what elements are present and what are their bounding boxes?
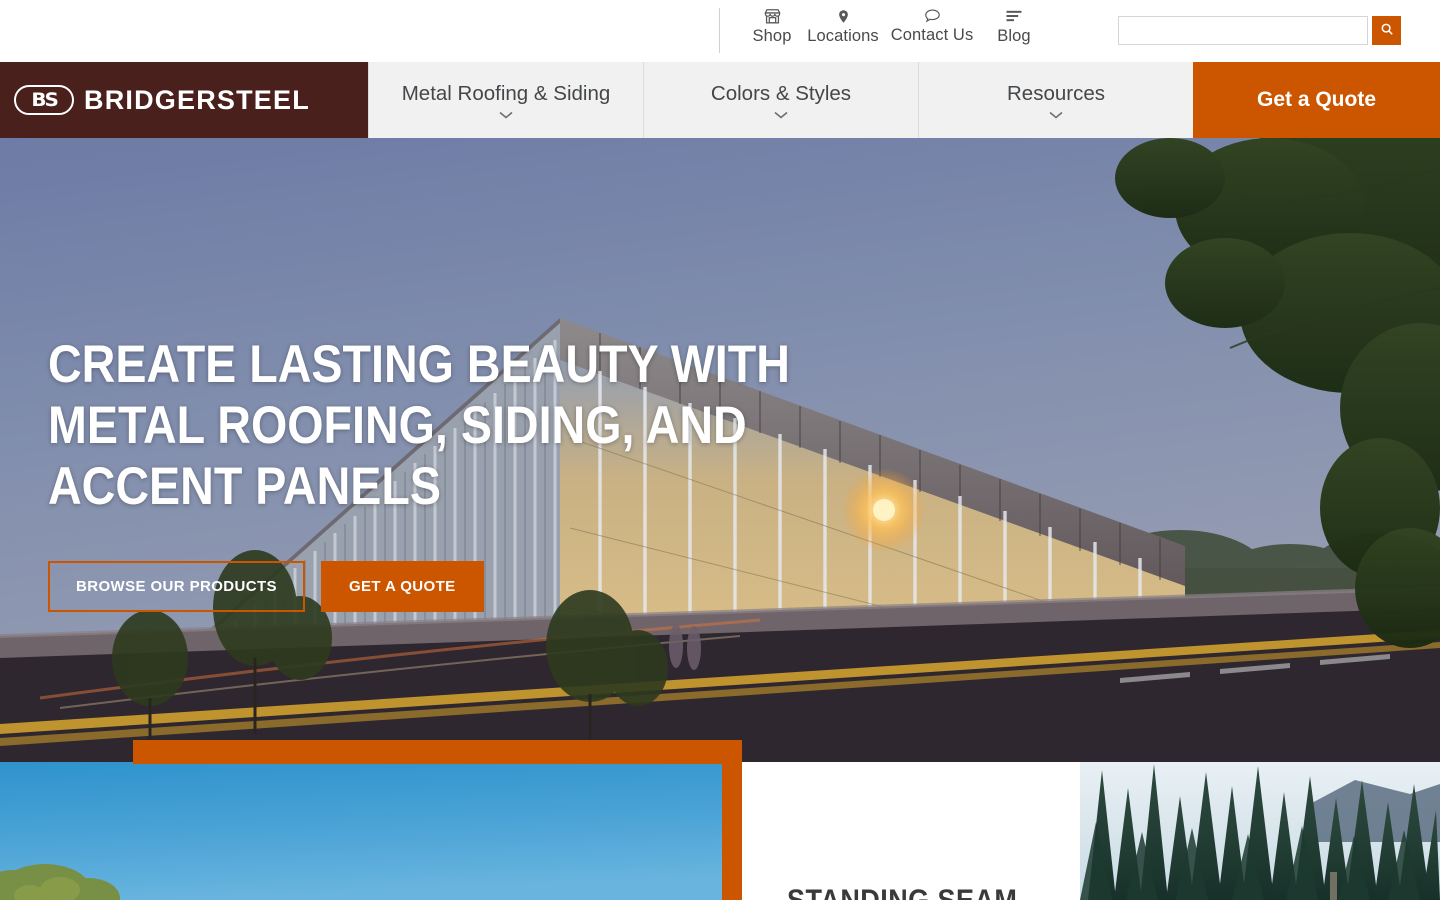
hero-get-a-quote-button[interactable]: Get a Quote — [320, 561, 484, 612]
hero-content: Create Lasting Beauty With Metal Roofing… — [48, 334, 998, 612]
utility-links: Shop Locations Contact Us Blog — [740, 6, 1046, 46]
right-card-image[interactable] — [1080, 762, 1440, 900]
chat-bubble-icon — [923, 6, 942, 26]
brand-mark-icon: BS — [14, 85, 74, 115]
utility-bar: Shop Locations Contact Us Blog — [0, 0, 1440, 62]
search-button[interactable] — [1372, 16, 1401, 45]
get-a-quote-nav-label: Get a Quote — [1256, 88, 1377, 111]
chevron-down-icon — [499, 108, 513, 122]
utility-item-label: Contact Us — [890, 26, 974, 44]
utility-item-locations[interactable]: Locations — [804, 6, 882, 46]
nav-item-metal-roofing-siding[interactable]: Metal Roofing & Siding — [368, 62, 643, 138]
search-input[interactable] — [1118, 16, 1368, 45]
browse-our-products-button[interactable]: Browse Our Products — [48, 561, 305, 612]
nav-item-colors-styles[interactable]: Colors & Styles — [643, 62, 918, 138]
chevron-down-icon — [1049, 108, 1063, 122]
nav-item-resources[interactable]: Resources — [918, 62, 1193, 138]
nav-item-label: Colors & Styles — [710, 82, 852, 105]
hero-title: Create Lasting Beauty With Metal Roofing… — [48, 335, 790, 516]
utility-item-blog[interactable]: Blog — [982, 6, 1046, 46]
utility-item-contact-us[interactable]: Contact Us — [882, 6, 982, 45]
utility-item-label: Blog — [997, 27, 1031, 45]
utility-item-shop[interactable]: Shop — [740, 6, 804, 46]
left-card-image[interactable] — [0, 762, 722, 900]
hero-banner: BILLINGS PUBLIC LIBRARY — [0, 138, 1440, 762]
hero-buttons: Browse Our Products Get a Quote — [48, 561, 998, 612]
location-pin-icon — [836, 6, 851, 26]
section-heading: Standing Seam — [787, 884, 1039, 900]
nav-item-label: Resources — [1007, 82, 1105, 105]
nav-items: Metal Roofing & Siding Colors & Styles R… — [368, 62, 1193, 138]
foreground-tree — [1115, 138, 1440, 648]
utility-divider — [719, 8, 720, 53]
search-area — [1118, 16, 1401, 45]
utility-item-label: Locations — [807, 27, 879, 45]
brand-logo[interactable]: BS BRIDGERSTEEL — [0, 62, 368, 138]
search-icon — [1380, 22, 1394, 39]
brand-name: BRIDGERSTEEL — [84, 84, 310, 115]
main-navigation: BS BRIDGERSTEEL Metal Roofing & Siding C… — [0, 62, 1440, 138]
nav-item-label: Metal Roofing & Siding — [401, 82, 611, 105]
chevron-down-icon — [774, 108, 788, 122]
utility-item-label: Shop — [752, 27, 792, 45]
shop-icon — [763, 6, 782, 26]
brand-mark-text: BS — [31, 89, 58, 111]
article-lines-icon — [1004, 6, 1024, 26]
get-a-quote-nav-button[interactable]: Get a Quote — [1193, 62, 1440, 138]
accent-bar — [133, 740, 742, 764]
